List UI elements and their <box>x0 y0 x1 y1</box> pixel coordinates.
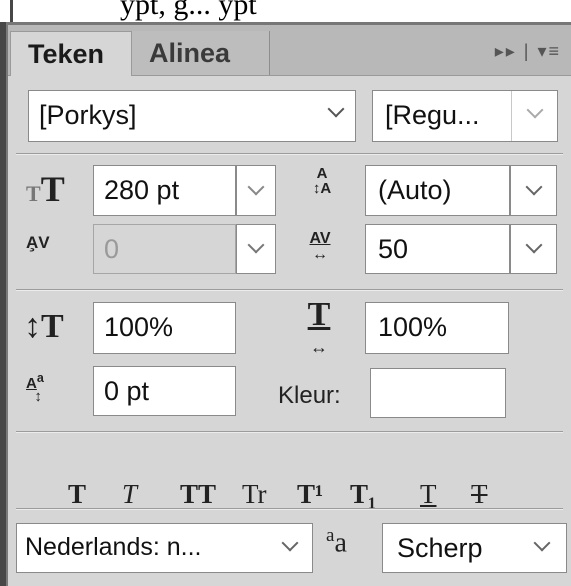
leading-dropdown-button[interactable] <box>510 165 557 216</box>
antialias-dropdown-button[interactable] <box>522 524 566 572</box>
color-swatch[interactable] <box>370 368 506 418</box>
antialias-icon: aaaa <box>326 525 347 559</box>
baseline-shift-input[interactable]: 0 pt <box>93 366 236 416</box>
tracking-dropdown-button[interactable] <box>510 224 557 274</box>
horizontal-scale-value: 100% <box>378 312 448 342</box>
leading-input[interactable]: (Auto) <box>365 165 510 216</box>
color-label: Kleur: <box>278 382 341 409</box>
character-panel: Teken Alinea ▸▸ | ▾≡ [Porkys] [Regu... T… <box>6 22 571 586</box>
language-select[interactable]: Nederlands: n... <box>16 523 313 573</box>
horizontal-scale-icon: T ↔ <box>307 296 331 358</box>
chevron-down-icon <box>247 236 265 254</box>
chevron-down-icon <box>525 236 543 254</box>
subscript-button[interactable]: T₁ <box>350 479 376 510</box>
kerning-dropdown-button[interactable] <box>236 224 276 274</box>
tracking-value: 50 <box>378 234 409 264</box>
tracking-icon: AV ↔ <box>309 230 331 263</box>
document-background: ypt, g... ypt <box>0 0 571 22</box>
tab-alinea[interactable]: Alinea <box>132 31 270 75</box>
chevron-down-icon <box>281 534 299 552</box>
baseline-shift-icon: Aa ↕ <box>26 371 44 405</box>
baseline-shift-value: 0 pt <box>104 376 150 406</box>
faux-bold-button[interactable]: T <box>68 479 86 510</box>
all-caps-button[interactable]: TT <box>180 479 216 510</box>
vertical-scale-input[interactable]: 100% <box>93 302 236 354</box>
antialias-value: Scherp <box>397 533 483 563</box>
underline-button[interactable]: T <box>420 479 437 510</box>
font-family-value: [Porkys] <box>39 100 137 130</box>
background-text: ypt, g... ypt <box>120 0 257 21</box>
font-family-select[interactable]: [Porkys] <box>28 90 356 142</box>
tab-teken[interactable]: Teken <box>10 31 132 76</box>
chevron-down-icon <box>526 101 544 119</box>
divider <box>16 431 563 433</box>
panel-menu-icon[interactable]: ▸▸ | ▾≡ <box>495 41 561 62</box>
kerning-input: 0 <box>93 224 236 274</box>
tracking-input[interactable]: 50 <box>365 224 510 274</box>
font-style-dropdown-button[interactable] <box>511 91 557 141</box>
horizontal-scale-input[interactable]: 100% <box>365 302 509 354</box>
strikethrough-button[interactable]: T <box>471 479 488 510</box>
panel-tab-bar: Teken Alinea ▸▸ | ▾≡ <box>8 25 571 76</box>
chevron-down-icon <box>247 178 265 196</box>
superscript-button[interactable]: T¹ <box>297 479 323 510</box>
leading-icon: A ↕A <box>312 165 332 197</box>
font-family-dropdown-button[interactable] <box>320 91 355 141</box>
font-size-icon: TT <box>26 169 65 209</box>
faux-italic-button[interactable]: T <box>122 479 137 510</box>
font-size-dropdown-button[interactable] <box>236 165 276 216</box>
kerning-icon: A̧V <box>26 233 50 252</box>
small-caps-button[interactable]: Tr <box>242 479 267 510</box>
vertical-scale-icon: ↕T <box>24 308 64 345</box>
chevron-down-icon <box>533 534 551 552</box>
kerning-value: 0 <box>104 234 120 264</box>
font-size-input[interactable]: 280 pt <box>93 165 236 216</box>
divider <box>16 153 563 155</box>
language-dropdown-button[interactable] <box>272 524 312 572</box>
font-size-value: 280 pt <box>104 175 180 205</box>
chevron-down-icon <box>327 100 345 118</box>
language-value: Nederlands: n... <box>25 533 202 561</box>
divider <box>16 508 563 510</box>
vertical-scale-value: 100% <box>104 312 174 342</box>
divider <box>16 289 563 291</box>
chevron-down-icon <box>525 178 543 196</box>
font-style-value: [Regu... <box>385 100 480 130</box>
leading-value: (Auto) <box>378 175 452 205</box>
window-edge-inner <box>10 0 13 22</box>
